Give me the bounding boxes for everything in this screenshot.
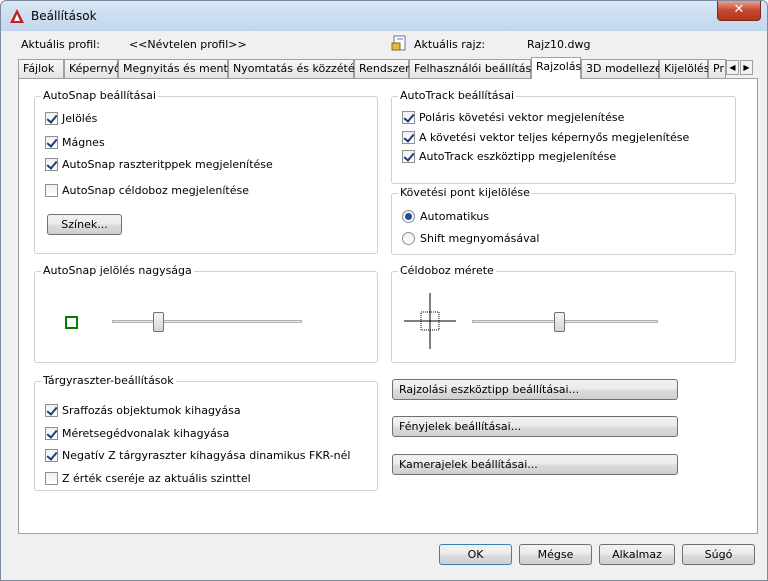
fullscreen-vector-option[interactable]: A követési vektor teljes képernyős megje… — [402, 129, 689, 145]
polar-vector-label: Poláris követési vektor megjelenítése — [419, 110, 625, 124]
autotrack-settings-title: AutoTrack beállításai — [398, 89, 517, 102]
autosnap-settings-title: AutoSnap beállításai — [41, 89, 158, 102]
autosnap-magnet-option[interactable]: Mágnes — [45, 134, 105, 150]
autotrack-settings-group: AutoTrack beállításai Poláris követési v… — [391, 89, 736, 184]
drawing-value: Rajz10.dwg — [527, 38, 591, 51]
tab-3d-modeling[interactable]: 3D modellezés — [581, 59, 667, 78]
cancel-button[interactable]: Mégse — [519, 544, 592, 565]
tab-strip: Fájlok Képernyő Megnyitás és mentés Nyom… — [18, 57, 758, 79]
autosnap-settings-group: AutoSnap beállításai Jelölés Mágnes Auto… — [34, 89, 378, 254]
fullscreen-vector-label: A követési vektor teljes képernyős megje… — [419, 130, 690, 144]
apply-button[interactable]: Alkalmaz — [599, 544, 675, 565]
autosnap-marker-label: Jelölés — [62, 111, 98, 125]
ignore-negative-z-label: Negatív Z tárgyraszter kihagyása dinamik… — [62, 448, 351, 462]
marker-preview — [65, 316, 78, 329]
tab-drafting[interactable]: Rajzolás — [531, 57, 581, 79]
marker-size-slider-thumb[interactable] — [153, 312, 165, 332]
autosnap-aperture-option[interactable]: AutoSnap céldoboz megjelenítése — [45, 182, 249, 198]
autosnap-magnet-checkbox[interactable] — [45, 135, 58, 149]
drafting-tooltip-settings-button[interactable]: Rajzolási eszköztipp beállításai... — [392, 379, 678, 400]
tab-scroll-right-icon[interactable]: ▶ — [740, 60, 753, 75]
autotrack-tooltip-label: AutoTrack eszköztipp megjelenítése — [419, 149, 617, 163]
drafting-panel: AutoSnap beállításai Jelölés Mágnes Auto… — [18, 78, 758, 534]
ignore-dimension-option[interactable]: Méretsegédvonalak kihagyása — [45, 425, 229, 441]
polar-vector-option[interactable]: Poláris követési vektor megjelenítése — [402, 109, 624, 125]
marker-size-group: AutoSnap jelölés nagysága — [34, 264, 378, 363]
autotrack-tooltip-checkbox[interactable] — [402, 149, 415, 163]
profile-label: Aktuális profil: — [21, 38, 100, 51]
shift-acquire-label: Shift megnyomásával — [420, 231, 540, 245]
automatic-radio[interactable] — [402, 209, 415, 223]
window-title: Beállítások — [31, 9, 97, 23]
fullscreen-vector-checkbox[interactable] — [402, 130, 415, 144]
ignore-hatch-label: Sraffozás objektumok kihagyása — [62, 403, 241, 417]
tab-open-save[interactable]: Megnyitás és mentés — [118, 59, 240, 78]
tab-user-preferences[interactable]: Felhasználói beállítások — [409, 59, 544, 78]
object-snap-title: Tárgyraszter-beállítások — [41, 374, 176, 387]
tracking-point-group: Követési pont kijelölése Automatikus Shi… — [391, 186, 736, 255]
shift-acquire-radio[interactable] — [402, 231, 415, 245]
aperture-size-group: Céldoboz mérete — [391, 264, 736, 363]
aperture-size-slider-thumb[interactable] — [554, 312, 566, 332]
tab-system[interactable]: Rendszer — [354, 59, 410, 78]
lights-glyph-settings-button[interactable]: Fényjelek beállításai... — [392, 416, 678, 437]
ignore-dimension-label: Méretsegédvonalak kihagyása — [62, 426, 230, 440]
automatic-option[interactable]: Automatikus — [402, 208, 489, 224]
title-bar: Beállítások ✕ — [1, 1, 767, 31]
autosnap-tooltip-label: AutoSnap raszteritppek megjelenítése — [62, 157, 273, 171]
aperture-size-title: Céldoboz mérete — [398, 264, 496, 277]
tab-plot-publish[interactable]: Nyomtatás és közzététel — [228, 59, 369, 78]
shift-acquire-option[interactable]: Shift megnyomásával — [402, 230, 539, 246]
replace-z-checkbox[interactable] — [45, 471, 58, 485]
tab-selection[interactable]: Kijelölés — [659, 59, 709, 78]
tab-scroll-left-icon[interactable]: ◀ — [726, 60, 739, 75]
tab-files[interactable]: Fájlok — [18, 59, 64, 78]
drawing-label: Aktuális rajz: — [414, 38, 486, 51]
crosshair-aperture-icon — [404, 293, 456, 349]
tab-display[interactable]: Képernyő — [64, 59, 121, 78]
autotrack-tooltip-option[interactable]: AutoTrack eszköztipp megjelenítése — [402, 148, 616, 164]
autosnap-marker-option[interactable]: Jelölés — [45, 110, 97, 126]
autosnap-aperture-label: AutoSnap céldoboz megjelenítése — [62, 183, 249, 197]
autocad-logo-icon — [10, 9, 24, 23]
replace-z-option[interactable]: Z érték cseréje az aktuális szinttel — [45, 470, 251, 486]
ignore-negative-z-checkbox[interactable] — [45, 448, 58, 462]
ignore-negative-z-option[interactable]: Negatív Z tárgyraszter kihagyása dinamik… — [45, 447, 350, 463]
automatic-label: Automatikus — [420, 209, 490, 223]
marker-size-track[interactable] — [112, 320, 302, 323]
autosnap-tooltip-option[interactable]: AutoSnap raszteritppek megjelenítése — [45, 156, 273, 172]
object-snap-group: Tárgyraszter-beállítások Sraffozás objek… — [34, 374, 378, 491]
ok-button[interactable]: OK — [439, 544, 512, 565]
cameras-glyph-settings-button[interactable]: Kamerajelek beállításai... — [392, 454, 678, 475]
tab-profiles[interactable]: Pr — [708, 59, 726, 78]
help-button[interactable]: Súgó — [682, 544, 755, 565]
tracking-point-title: Követési pont kijelölése — [398, 186, 532, 199]
marker-size-title: AutoSnap jelölés nagysága — [41, 264, 194, 277]
autosnap-tooltip-checkbox[interactable] — [45, 157, 58, 171]
polar-vector-checkbox[interactable] — [402, 110, 415, 124]
ignore-hatch-option[interactable]: Sraffozás objektumok kihagyása — [45, 402, 241, 418]
ignore-hatch-checkbox[interactable] — [45, 403, 58, 417]
ignore-dimension-checkbox[interactable] — [45, 426, 58, 440]
replace-z-label: Z érték cseréje az aktuális szinttel — [62, 471, 251, 485]
colors-button[interactable]: Színek... — [47, 214, 122, 235]
close-button[interactable]: ✕ — [717, 1, 761, 21]
autosnap-magnet-label: Mágnes — [62, 135, 105, 149]
profile-value: <<Névtelen profil>> — [129, 38, 247, 51]
autosnap-aperture-checkbox[interactable] — [45, 183, 58, 197]
drawing-file-icon — [391, 35, 406, 51]
autosnap-marker-checkbox[interactable] — [45, 111, 58, 125]
options-dialog: Beállítások ✕ Aktuális profil: <<Névtele… — [0, 0, 768, 581]
